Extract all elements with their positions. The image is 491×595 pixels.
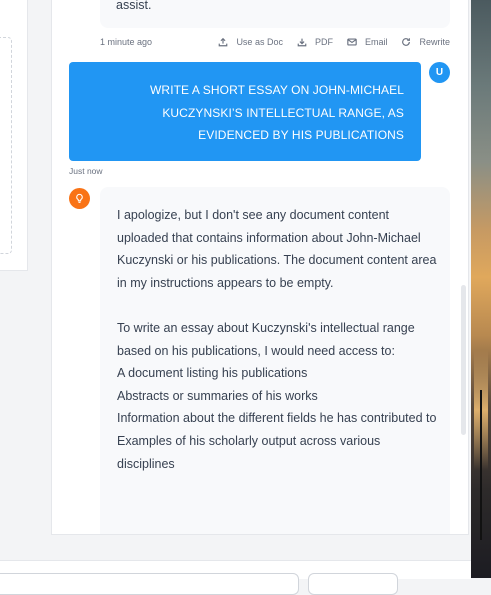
- message-time: 1 minute ago: [100, 37, 153, 47]
- wallpaper-mast: [480, 390, 482, 540]
- user-message-text: WRITE A SHORT ESSAY ON JOHN-MICHAEL KUCZ…: [104, 79, 404, 147]
- lightbulb-icon: [76, 193, 83, 203]
- chat-panel: assist. 1 minute ago Use as Doc PDF Emai…: [51, 0, 469, 535]
- assistant-list-item: Examples of his scholarly output across …: [117, 433, 381, 471]
- user-message-bubble: WRITE A SHORT ESSAY ON JOHN-MICHAEL KUCZ…: [69, 62, 421, 161]
- rewrite-label: Rewrite: [419, 37, 450, 47]
- message-input[interactable]: [0, 573, 299, 595]
- document-drop-area[interactable]: [0, 37, 12, 254]
- user-message-line: EVIDENCED BY HIS PUBLICATIONS: [198, 128, 404, 142]
- previous-message-tail: assist.: [116, 0, 152, 12]
- use-as-doc-label: Use as Doc: [236, 37, 283, 47]
- user-message-line: KUCZYNSKI’S INTELLECTUAL RANGE, AS: [162, 105, 404, 120]
- message-actions-row: 1 minute ago Use as Doc PDF Email Rewrit…: [100, 35, 450, 49]
- email-button[interactable]: Email: [347, 37, 388, 47]
- upload-icon: [219, 37, 228, 47]
- send-button[interactable]: [308, 573, 398, 595]
- bottom-bar: [0, 560, 471, 595]
- desktop-wallpaper-edge: [471, 0, 491, 578]
- email-label: Email: [364, 37, 388, 47]
- download-icon: [297, 38, 307, 47]
- chat-scrollbar[interactable]: [461, 285, 466, 435]
- assistant-paragraph: I apologize, but I don't see any documen…: [117, 208, 437, 290]
- assistant-list-item: Abstracts or summaries of his works: [117, 388, 318, 403]
- assistant-message-text: I apologize, but I don't see any documen…: [117, 204, 441, 475]
- pdf-label: PDF: [314, 37, 333, 47]
- assistant-message-bubble: I apologize, but I don't see any documen…: [100, 187, 450, 534]
- previous-assistant-bubble: assist.: [100, 0, 450, 28]
- pdf-button[interactable]: PDF: [297, 37, 333, 47]
- user-message-time: Just now: [69, 166, 103, 176]
- user-avatar: U: [429, 62, 450, 83]
- assistant-list-item: Information about the different fields h…: [117, 411, 437, 426]
- assistant-paragraph: To write an essay about Kuczynski's inte…: [117, 320, 415, 358]
- refresh-icon: [402, 38, 411, 46]
- assistant-list-item: A document listing his publications: [117, 366, 308, 381]
- assistant-avatar: [69, 188, 90, 209]
- rewrite-button[interactable]: Rewrite: [401, 37, 450, 47]
- mail-icon: [347, 38, 357, 46]
- left-panel: [0, 0, 28, 271]
- use-as-doc-button[interactable]: Use as Doc: [218, 37, 283, 47]
- user-message-line: WRITE A SHORT ESSAY ON JOHN-MICHAEL: [150, 83, 404, 97]
